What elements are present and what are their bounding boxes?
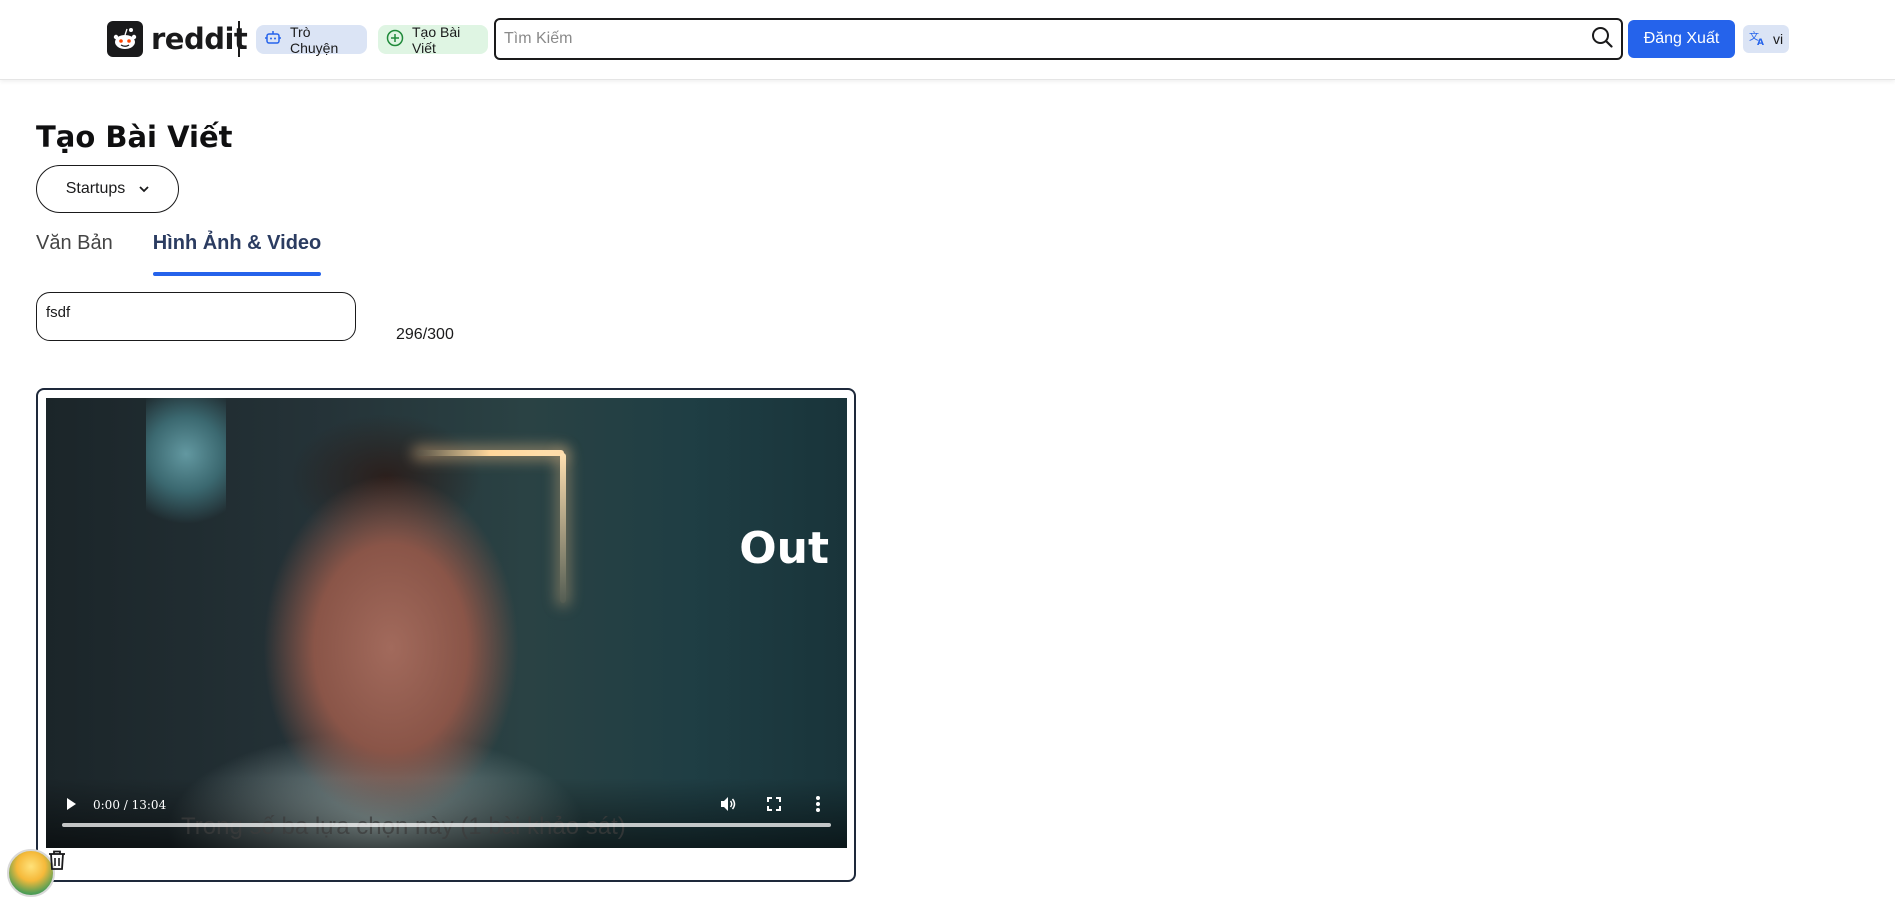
video-player[interactable]: Out Trong số ba lựa chọn này (1 bài khảo… [46,398,847,848]
community-select[interactable]: Startups [36,165,179,213]
language-label: vi [1772,31,1784,47]
reddit-logo-icon [107,21,143,57]
play-button[interactable] [60,795,82,817]
community-selected-value: Startups [65,180,126,197]
video-time: 0:00 / 13:04 [93,798,167,812]
post-title-field[interactable]: fsdf [36,292,356,341]
create-post-label: Tạo Bài Viết [412,23,461,56]
post-type-tabs: Văn Bản Hình Ảnh & Video [36,232,321,276]
chat-button[interactable]: Trò Chuyện [256,23,367,56]
tab-media[interactable]: Hình Ảnh & Video [152,232,321,276]
trash-icon[interactable] [45,848,69,872]
char-counter: 296/300 [396,326,454,343]
top-header: reddit Trò Chuyện Tạo Bài Viết Đăng Xuất… [0,0,1895,80]
bot-icon [264,29,282,50]
plus-circle-icon [386,29,404,50]
more-options-button[interactable] [808,794,828,818]
volume-icon [719,795,737,818]
chevron-down-icon [139,180,149,198]
video-light-strip-vertical [560,453,566,603]
video-progress-bar[interactable] [62,823,831,827]
fullscreen-icon [766,796,782,817]
fullscreen-button[interactable] [762,794,786,818]
header-divider [238,21,240,57]
reddit-logo[interactable]: reddit [107,21,248,57]
search-input[interactable] [504,30,1591,48]
chat-label: Trò Chuyện [290,23,339,56]
volume-button[interactable] [716,794,740,818]
search-icon[interactable] [1591,26,1613,53]
svg-text:A: A [1757,38,1764,46]
logout-button[interactable]: Đăng Xuất [1628,20,1735,58]
play-icon [64,797,78,816]
video-overlay-text: Out [739,523,829,574]
translate-icon: 文A [1749,30,1767,49]
language-switcher[interactable]: 文A vi [1743,25,1789,53]
create-post-button[interactable]: Tạo Bài Viết [378,23,488,56]
video-plant-decoration [146,398,226,538]
video-light-strip [416,450,564,456]
page-title: Tạo Bài Viết [36,120,233,154]
tab-text[interactable]: Văn Bản [36,232,113,276]
logo-text: reddit [151,22,248,56]
more-vertical-icon [815,795,821,818]
media-preview-box: Out Trong số ba lựa chọn này (1 bài khảo… [36,388,856,882]
video-subtitle: Trong số ba lựa chọn này (1 bài khảo sát… [181,813,626,841]
search-bar [494,18,1623,60]
